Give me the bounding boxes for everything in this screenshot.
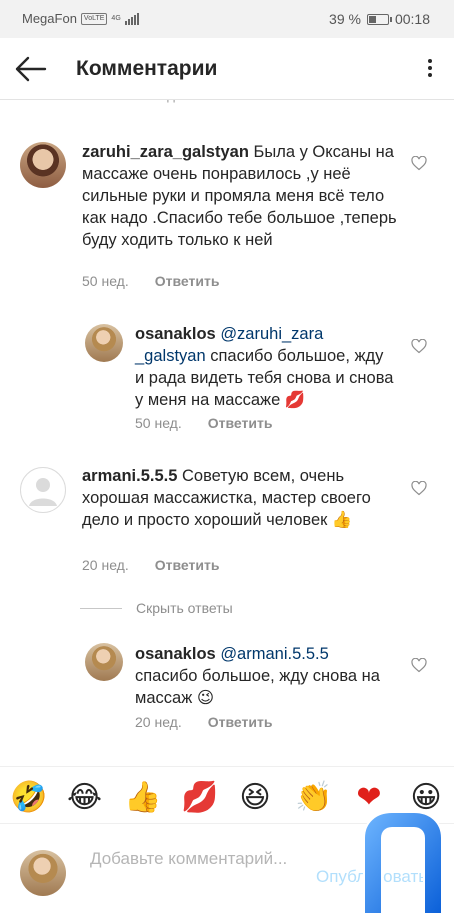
comment-time: 50 нед. bbox=[82, 273, 129, 289]
like-heart-icon[interactable] bbox=[411, 339, 427, 354]
reply-button[interactable]: Ответить bbox=[155, 557, 220, 573]
battery-percent: 39 % bbox=[329, 11, 361, 27]
comment-time: 20 нед. bbox=[82, 557, 129, 573]
hide-replies-label: Скрыть ответы bbox=[136, 600, 233, 616]
network-type: 4G bbox=[111, 14, 121, 22]
comment-meta: 20 нед. Ответить bbox=[82, 557, 219, 573]
comment-username[interactable]: osanaklos bbox=[135, 325, 216, 343]
volte-icon: VoLTE bbox=[80, 12, 108, 25]
mention-link[interactable]: @armani.5.5.5 bbox=[220, 645, 328, 663]
signal-icon bbox=[124, 12, 139, 25]
reply-button[interactable]: Ответить bbox=[155, 273, 220, 289]
comment-username[interactable]: zaruhi_zara_galstyan bbox=[82, 143, 249, 161]
like-heart-icon[interactable] bbox=[411, 658, 427, 673]
kiss-lips-emoji-icon[interactable]: 💋 bbox=[181, 781, 218, 815]
rofl-emoji-icon[interactable]: 🤣 bbox=[10, 781, 47, 815]
avatar[interactable] bbox=[85, 324, 123, 362]
carrier-name: MegaFon bbox=[22, 11, 77, 26]
thumbs-up-emoji-icon[interactable]: 👍 bbox=[124, 781, 161, 815]
avatar-placeholder-icon[interactable] bbox=[20, 467, 66, 513]
like-heart-icon[interactable] bbox=[411, 156, 427, 171]
clapping-emoji-icon[interactable]: 👏 bbox=[295, 781, 332, 815]
comment-username[interactable]: armani.5.5.5 bbox=[82, 467, 177, 485]
battery-icon bbox=[366, 13, 392, 25]
overlay-logo-icon bbox=[363, 811, 443, 914]
hide-replies-button[interactable]: Скрыть ответы bbox=[80, 600, 233, 616]
comment-text: osanaklos @armani.5.5.5 спасибо большое,… bbox=[135, 643, 385, 709]
comment-input[interactable]: Добавьте комментарий... bbox=[90, 847, 290, 870]
comment-text: zaruhi_zara_galstyan Была у Оксаны на ма… bbox=[82, 141, 402, 251]
page-title: Комментарии bbox=[76, 57, 218, 80]
comment-time: 20 нед. bbox=[135, 714, 182, 730]
comment-body: спасибо большое, жду снова на массаж 😉 bbox=[135, 667, 380, 707]
reply-button[interactable]: Ответить bbox=[208, 415, 273, 431]
comment-meta: 20 нед. Ответить bbox=[135, 714, 272, 730]
comment-text: armani.5.5.5 Советую всем, очень хорошая… bbox=[82, 465, 382, 531]
joy-emoji-icon[interactable]: 😂 bbox=[67, 781, 102, 815]
avatar[interactable] bbox=[20, 142, 66, 188]
back-arrow-icon[interactable] bbox=[12, 54, 48, 84]
avatar bbox=[20, 850, 66, 896]
like-heart-icon[interactable] bbox=[411, 481, 427, 496]
comment-text: osanaklos @zaruhi_zara _galstyan спасибо… bbox=[135, 323, 397, 411]
comment-meta: 50 нед. Ответить bbox=[82, 273, 219, 289]
comment-meta: 50 нед. Ответить bbox=[135, 415, 272, 431]
avatar[interactable] bbox=[85, 643, 123, 681]
clock: 00:18 bbox=[394, 11, 430, 27]
app-bar: Комментарии bbox=[0, 38, 454, 100]
comment-username[interactable]: osanaklos bbox=[135, 645, 216, 663]
more-options-icon[interactable] bbox=[426, 56, 434, 80]
laughing-emoji-icon[interactable]: 😆 bbox=[238, 781, 272, 815]
comment-time: 50 нед. bbox=[135, 415, 182, 431]
divider-line bbox=[80, 607, 122, 609]
status-bar: MegaFon VoLTE 4G 39 % 00:18 bbox=[0, 0, 454, 38]
reply-button[interactable]: Ответить bbox=[208, 714, 273, 730]
